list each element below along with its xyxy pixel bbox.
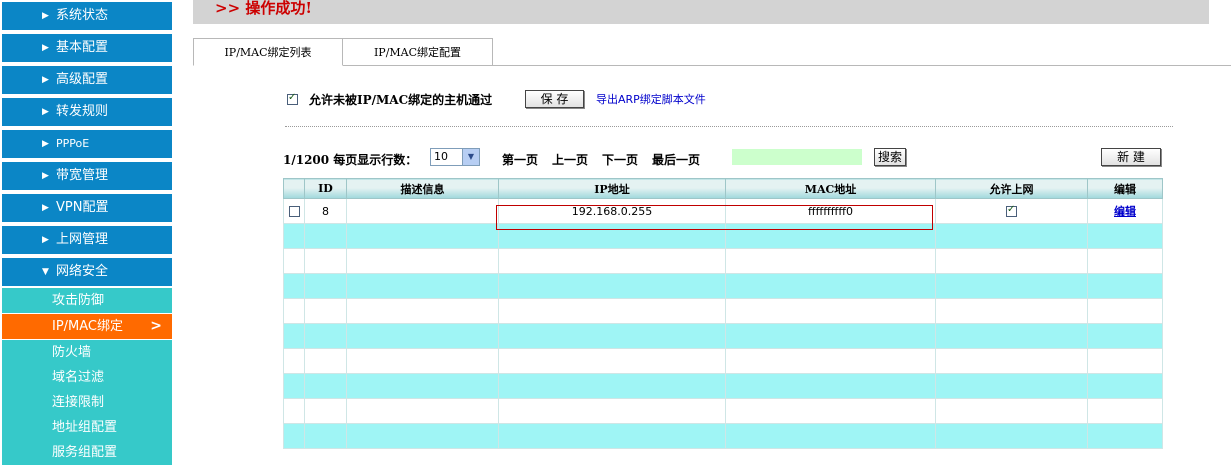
status-bar: >> 操作成功! (193, 0, 1209, 24)
col-allow: 允许上网 (935, 178, 1088, 199)
caret-right-icon: ▶ (42, 11, 49, 21)
prev-page-link[interactable]: 上一页 (552, 151, 588, 168)
tab-divider (493, 65, 1231, 66)
allow-unbound-checkbox[interactable] (287, 92, 298, 105)
menu-item-vpn[interactable]: ▶ VPN配置 (2, 194, 172, 222)
submenu-item-address-group[interactable]: 地址组配置 (2, 415, 172, 440)
caret-right-icon: ▶ (42, 203, 49, 213)
table-row (283, 323, 1163, 349)
menu-item-internet-mgmt[interactable]: ▶ 上网管理 (2, 226, 172, 254)
table-row (283, 248, 1163, 274)
last-page-link[interactable]: 最后一页 (652, 151, 700, 168)
row-ip: 192.168.0.255 (498, 198, 726, 224)
export-arp-link[interactable]: 导出ARP绑定脚本文件 (596, 91, 706, 107)
menu-item-forwarding-rules[interactable]: ▶ 转发规则 (2, 98, 172, 126)
search-input[interactable] (732, 149, 862, 165)
submenu-item-ip-mac-binding[interactable]: IP/MAC绑定 > (2, 314, 172, 339)
table-row (283, 223, 1163, 249)
table-header: ID 描述信息 IP地址 MAC地址 允许上网 编辑 (283, 178, 1163, 199)
chevron-down-icon: ▼ (462, 149, 479, 165)
new-button[interactable]: 新 建 (1101, 148, 1161, 166)
col-select (283, 178, 305, 199)
table-row (283, 298, 1163, 324)
search-button[interactable]: 搜索 (874, 148, 906, 166)
table-row (283, 373, 1163, 399)
tab-ip-mac-config[interactable]: IP/MAC绑定配置 (343, 38, 493, 66)
binding-table: ID 描述信息 IP地址 MAC地址 允许上网 编辑 8 192.168.0.2… (283, 178, 1163, 449)
success-message: >> 操作成功! (215, 0, 312, 17)
pager-info: 1/1200 每页显示行数： (283, 153, 418, 167)
col-mac: MAC地址 (725, 178, 936, 199)
row-allow-checkbox[interactable] (1006, 204, 1017, 217)
allow-unbound-label: 允许未被IP/MAC绑定的主机通过 (309, 93, 493, 107)
caret-right-icon: ▶ (42, 139, 49, 149)
table-row (283, 423, 1163, 449)
menu-item-pppoe[interactable]: ▶ PPPoE (2, 130, 172, 158)
col-id: ID (304, 178, 347, 199)
chevron-right-icon: > (150, 318, 162, 334)
submenu-item-service-group[interactable]: 服务组配置 (2, 440, 172, 465)
caret-down-icon: ▼ (42, 267, 49, 277)
tab-ip-mac-list[interactable]: IP/MAC绑定列表 (193, 38, 343, 66)
table-row: 8 192.168.0.255 ffffffffff0 编辑 (283, 198, 1163, 224)
col-description: 描述信息 (346, 178, 499, 199)
first-page-link[interactable]: 第一页 (502, 151, 538, 168)
menu-item-basic-config[interactable]: ▶ 基本配置 (2, 34, 172, 62)
caret-right-icon: ▶ (42, 171, 49, 181)
divider (285, 126, 1173, 127)
menu-item-system-status[interactable]: ▶ 系统状态 (2, 2, 172, 30)
sidebar: ▶ 系统状态 ▶ 基本配置 ▶ 高级配置 ▶ 转发规则 ▶ PPPoE ▶ 带宽管理 ▶ VP… (0, 0, 172, 465)
save-button[interactable]: 保 存 (525, 90, 584, 108)
menu-item-advanced-config[interactable]: ▶ 高级配置 (2, 66, 172, 94)
row-edit-link[interactable]: 编辑 (1114, 205, 1136, 218)
row-mac: ffffffffff0 (725, 198, 936, 224)
caret-right-icon: ▶ (42, 235, 49, 245)
submenu-item-connection-limit[interactable]: 连接限制 (2, 390, 172, 415)
table-row (283, 273, 1163, 299)
row-id: 8 (304, 198, 347, 224)
table-row (283, 398, 1163, 424)
caret-right-icon: ▶ (42, 107, 49, 117)
next-page-link[interactable]: 下一页 (602, 151, 638, 168)
table-row (283, 348, 1163, 374)
row-description (346, 198, 499, 224)
col-ip: IP地址 (498, 178, 726, 199)
caret-right-icon: ▶ (42, 43, 49, 53)
row-select-checkbox[interactable] (288, 206, 300, 217)
submenu-item-domain-filter[interactable]: 域名过滤 (2, 365, 172, 390)
menu-item-network-security[interactable]: ▼ 网络安全 (2, 258, 172, 286)
submenu-item-attack-defense[interactable]: 攻击防御 (2, 288, 172, 313)
rows-per-page-select[interactable]: 10 ▼ (430, 148, 480, 166)
col-edit: 编辑 (1087, 178, 1163, 199)
caret-right-icon: ▶ (42, 75, 49, 85)
submenu-item-firewall[interactable]: 防火墙 (2, 340, 172, 365)
menu-item-bandwidth[interactable]: ▶ 带宽管理 (2, 162, 172, 190)
